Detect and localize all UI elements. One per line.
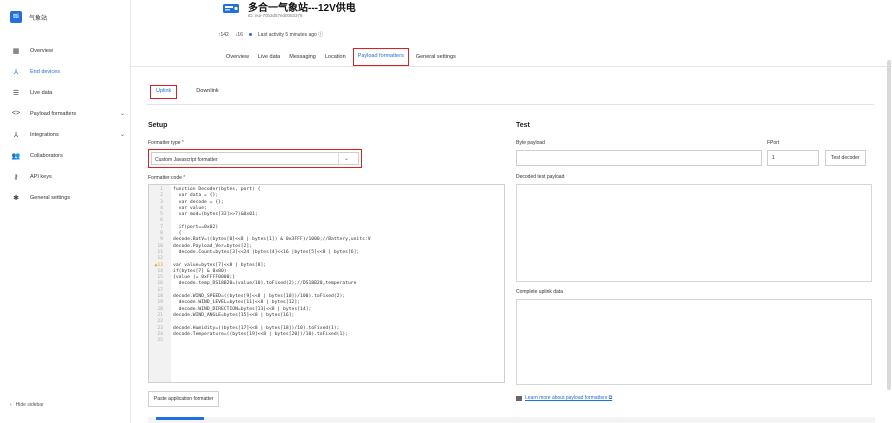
tab-overview[interactable]: Overview [226, 48, 249, 66]
code-text: decode.Count=bytes[3]<<24 |bytes[4]<<16 … [173, 249, 360, 255]
chevron-down-icon[interactable]: ⌄ [120, 131, 125, 138]
sidebar-item-label: Payload formatters [30, 110, 77, 117]
sidebar-item-live-data[interactable]: ☰ Live data [0, 82, 131, 103]
uplink-count-value: 142 [220, 31, 229, 38]
code-line: 25 [149, 338, 371, 344]
formatter-type-label: Formatter type * [148, 140, 184, 146]
code-text: var mod=(bytes[33]>>7)&0x01; [173, 212, 258, 218]
sidebar-item-integrations[interactable]: ⅄ Integrations ⌄ [0, 124, 131, 145]
code-text: decode.temp_DS18B20=(value/10).toFixed(2… [173, 281, 357, 287]
test-decoder-button[interactable]: Test decoder [825, 150, 866, 166]
code-text: decode.WIND_ANGLE=bytes[15]<<8 | bytes[1… [173, 312, 295, 318]
brand-name: 气象站 [29, 15, 48, 22]
formatter-subtabs: Uplink Downlink [150, 85, 224, 99]
complete-uplink-data-box[interactable] [516, 299, 872, 385]
subtab-downlink[interactable]: Downlink [191, 85, 223, 99]
test-title: Test [516, 122, 530, 129]
tab-location[interactable]: Location [325, 48, 346, 66]
sidebar-item-label: Collaborators [30, 152, 63, 159]
uplink-count: ↑142 [218, 32, 229, 38]
sidebar-item-label: Integrations [30, 131, 59, 138]
sidebar-item-end-devices[interactable]: ⅄ End devices [0, 61, 131, 82]
sidebar-item-overview[interactable]: ▦ Overview [0, 40, 131, 61]
formatter-type-value: Custom Javascript formatter ⌄ [151, 152, 359, 166]
device-title: 多合一气象站---12V供电 [248, 3, 356, 14]
code-icon: <> [11, 110, 21, 117]
line-number: 25 [157, 338, 163, 344]
sidebar-item-collaborators[interactable]: 👥 Collaborators [0, 145, 131, 166]
formatter-code-label: Formatter code * [148, 175, 185, 181]
formatter-type-select[interactable]: Custom Javascript formatter ⌄ [148, 149, 362, 168]
downlink-count-value: 16 [237, 31, 243, 38]
decoded-test-payload-label: Decoded test payload [516, 174, 565, 180]
gear-icon: ✱ [13, 194, 19, 202]
code-line: 16 decode.temp_DS18B20=(value/10).toFixe… [149, 281, 371, 287]
code-text: decode.Temperature=((bytes[19]<<8 | byte… [173, 331, 348, 337]
book-icon [516, 395, 522, 401]
sidebar-nav: ▦ Overview ⅄ End devices ☰ Live data <> … [0, 40, 131, 208]
people-icon: 👥 [11, 152, 21, 160]
learn-more-link[interactable]: Learn more about payload formatters ⧉ [516, 395, 612, 401]
learn-more-link-text: Learn more about payload formatters ⧉ [525, 395, 613, 401]
required-marker: * [181, 175, 186, 181]
fport-label: FPort [767, 140, 780, 146]
brand[interactable]: tti 气象站 [10, 11, 47, 23]
formatter-type-label-text: Formatter type [148, 140, 181, 146]
tab-live-data[interactable]: Live data [258, 48, 280, 66]
tab-general-settings[interactable]: General settings [416, 48, 456, 66]
sidebar-item-label: API keys [30, 173, 52, 180]
setup-title: Setup [148, 122, 168, 129]
subtab-uplink[interactable]: Uplink [150, 85, 178, 99]
device-tabs: Overview Live data Messaging Location Pa… [226, 48, 456, 66]
code-lines: 1 function Decoder(bytes, port) {2 var da… [149, 187, 371, 344]
device-id: ID: eui-70b3d57ed0083378 [248, 13, 303, 18]
bottom-action-bar [148, 417, 875, 423]
key-icon: ⚷ [13, 173, 19, 181]
sidebar-item-label: Live data [30, 89, 53, 96]
devices-icon: ⅄ [13, 68, 19, 76]
brand-logo: tti [10, 11, 22, 23]
code-line: 11 decode.Count=bytes[3]<<24 |bytes[4]<<… [149, 250, 371, 256]
downlink-count: ↓16 [235, 32, 243, 38]
chevron-down-icon: ⌄ [338, 153, 354, 166]
sidebar-item-label: End devices [30, 68, 60, 75]
grid-icon: ▦ [12, 47, 20, 55]
app-root: tti 气象站 ▦ Overview ⅄ End devices ☰ Live … [0, 0, 892, 423]
byte-payload-input[interactable] [516, 150, 762, 166]
save-button-edge[interactable] [156, 417, 204, 420]
byte-payload-label: Byte payload [516, 140, 545, 146]
paste-application-formatter-button[interactable]: Paste application formatter [148, 391, 220, 407]
tab-messaging[interactable]: Messaging [289, 48, 316, 66]
formatter-code-editor[interactable]: 1 function Decoder(bytes, port) {2 var da… [148, 184, 505, 383]
integrations-icon: ⅄ [13, 131, 19, 139]
tabs-divider [131, 66, 892, 67]
sidebar-item-label: General settings [30, 194, 71, 201]
formatter-type-value-text: Custom Javascript formatter [155, 157, 218, 163]
last-activity: Last activity 5 minutes ago ⓘ [257, 32, 324, 38]
sidebar-item-api-keys[interactable]: ⚷ API keys [0, 166, 131, 187]
list-icon: ☰ [12, 89, 20, 97]
sidebar: tti 气象站 ▦ Overview ⅄ End devices ☰ Live … [0, 0, 131, 423]
sidebar-item-label: Overview [30, 47, 53, 54]
subtabs-divider [147, 104, 874, 105]
status-dot-icon [248, 33, 252, 36]
sidebar-item-payload-formatters[interactable]: <> Payload formatters ⌄ [0, 103, 131, 124]
chevron-left-icon: ‹ [10, 402, 12, 408]
device-icon [223, 4, 239, 13]
required-marker: * [180, 140, 184, 146]
hide-sidebar-label: Hide sidebar [15, 402, 44, 408]
decoded-test-payload-box[interactable] [516, 184, 872, 282]
code-line: 24 decode.Temperature=((bytes[19]<<8 | by… [149, 332, 371, 338]
fport-input[interactable]: 1 [767, 150, 819, 166]
chevron-down-icon[interactable]: ⌄ [120, 110, 125, 117]
page-scrollbar[interactable] [887, 60, 891, 390]
sidebar-item-general-settings[interactable]: ✱ General settings [0, 187, 131, 208]
formatter-code-label-text: Formatter code [148, 175, 182, 181]
complete-uplink-data-label: Complete uplink data [516, 289, 563, 295]
hide-sidebar-button[interactable]: ‹ Hide sidebar [10, 402, 44, 408]
tab-payload-formatters[interactable]: Payload formatters [352, 48, 409, 66]
device-stats: ↑142 ↓16 Last activity 5 minutes ago ⓘ [218, 31, 324, 39]
